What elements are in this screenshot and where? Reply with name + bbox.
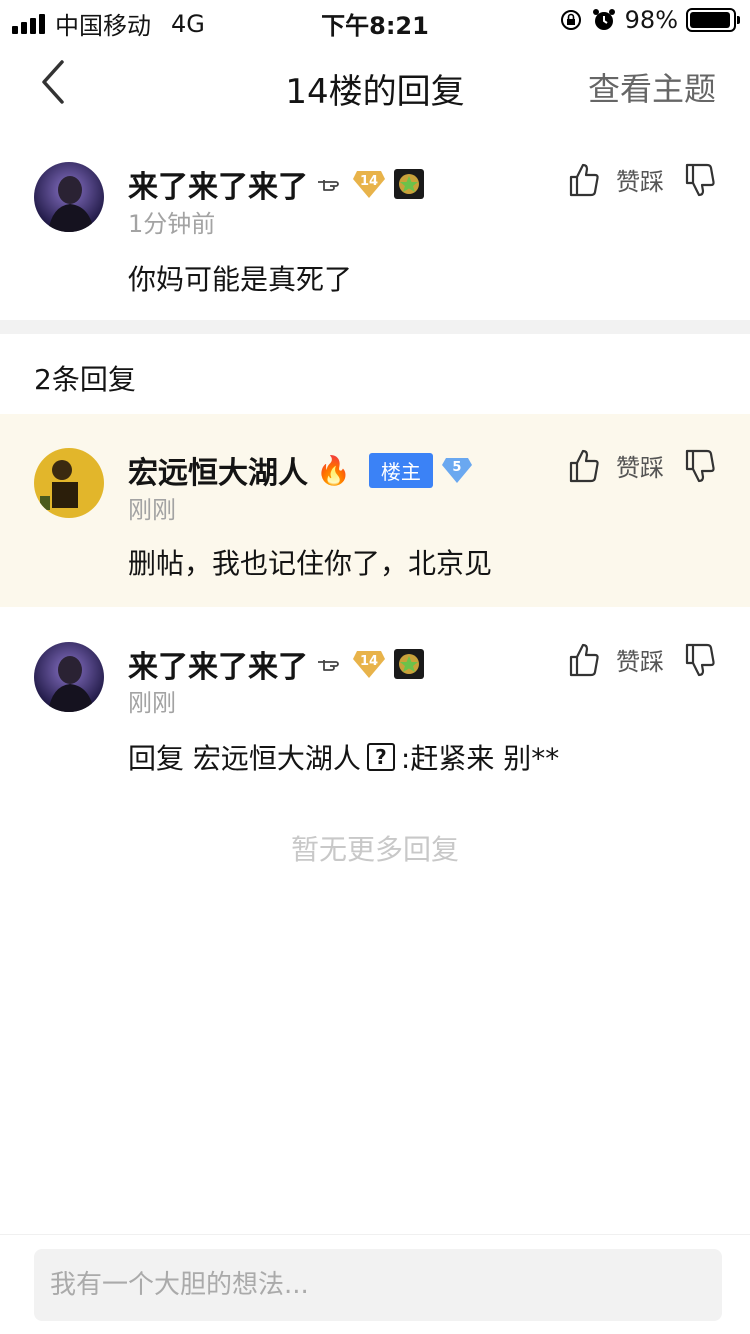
battery-icon	[686, 8, 740, 32]
post-content: 回复 宏远恒大湖人 ? :赶紧来 别**	[128, 737, 559, 777]
post-time: 刚刚	[128, 689, 176, 717]
fire-emoji-icon: 🔥	[316, 453, 351, 487]
like-dislike-label: 赞踩	[616, 454, 664, 482]
username[interactable]: 来了来了来了	[128, 642, 308, 686]
battery-percent: 98%	[624, 6, 678, 34]
username[interactable]: 来了来了来了	[128, 162, 308, 206]
rotation-lock-icon	[560, 10, 581, 30]
thumbs-up-icon[interactable]	[568, 449, 600, 483]
nav-bar: 14楼的回复 查看主题	[0, 40, 750, 130]
post-time: 1分钟前	[128, 210, 216, 238]
alarm-icon	[592, 9, 615, 30]
avatar-image	[34, 448, 104, 518]
no-more-replies: 暂无更多回复	[290, 833, 459, 866]
thumbs-up-icon[interactable]	[568, 643, 600, 677]
level-badge: 5	[441, 456, 473, 484]
avatar[interactable]	[34, 448, 104, 518]
reply-text: :赶紧来 别**	[400, 742, 560, 775]
unknown-emoji-icon: ?	[366, 743, 395, 771]
avatar[interactable]	[34, 642, 104, 712]
like-dislike-label: 赞踩	[616, 168, 664, 196]
level-badge: 14	[352, 649, 386, 679]
avatar-image	[34, 642, 104, 712]
thumbs-down-icon[interactable]	[684, 449, 716, 483]
status-bar: 中国移动 4G 下午8:21 98%	[0, 0, 750, 40]
comment-input[interactable]	[34, 1249, 722, 1321]
medal-icon	[394, 169, 424, 199]
username[interactable]: 宏远恒大湖人	[128, 448, 308, 492]
avatar-image	[34, 162, 104, 232]
bottom-input-bar	[0, 1234, 750, 1334]
view-topic-link[interactable]: 查看主题	[588, 64, 716, 110]
section-divider	[0, 320, 750, 334]
post-content: 你妈可能是真死了	[128, 263, 353, 296]
thumbs-down-icon[interactable]	[684, 643, 716, 677]
pointing-hand-icon	[318, 660, 339, 671]
owner-badge: 楼主	[368, 452, 433, 488]
medal-icon	[394, 649, 424, 679]
main-post: 来了来了来了 14 1分钟前 你妈可能是真死了 赞踩	[0, 130, 750, 320]
thumbs-down-icon[interactable]	[684, 163, 716, 197]
list-item: 宏远恒大湖人 🔥 楼主 5 刚刚 删帖，我也记住你了，北京见 赞踩	[0, 414, 750, 607]
avatar[interactable]	[34, 162, 104, 232]
pointing-hand-icon	[318, 180, 339, 191]
post-content: 删帖，我也记住你了，北京见	[128, 547, 493, 580]
like-dislike-label: 赞踩	[616, 648, 664, 676]
reply-count: 2条回复	[34, 363, 136, 396]
reply-prefix: 回复 宏远恒大湖人	[128, 742, 361, 775]
list-item: 来了来了来了 14 刚刚 回复 宏远恒大湖人 ? :赶紧来 别** 赞踩	[0, 607, 750, 797]
post-time: 刚刚	[128, 496, 176, 524]
thumbs-up-icon[interactable]	[568, 163, 600, 197]
level-badge: 14	[352, 169, 386, 199]
